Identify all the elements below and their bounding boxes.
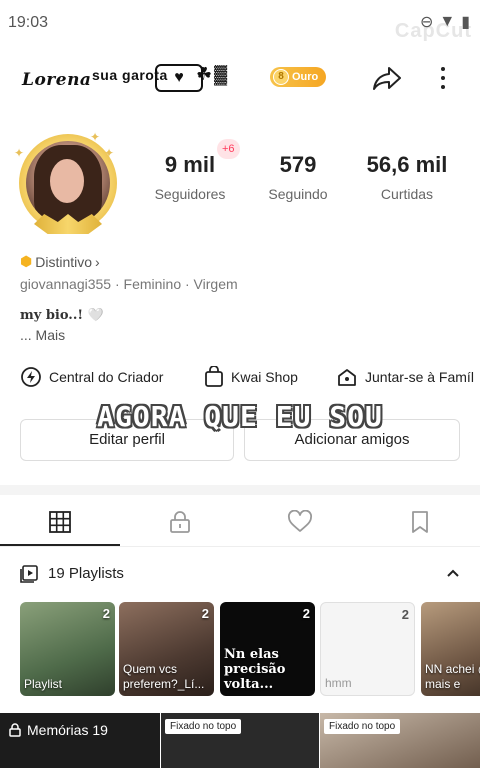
decor-glyphs: ☘▓ [196, 64, 230, 84]
memories-text: Memórias 19 [27, 722, 108, 738]
section-divider [0, 485, 480, 495]
following-count: 579 [279, 152, 317, 177]
playlist-card[interactable]: 2 hmm [320, 602, 415, 696]
wifi-icon: ▼ [439, 13, 456, 30]
lock-icon [170, 510, 190, 533]
edit-profile-button[interactable]: Editar perfil [20, 419, 234, 461]
kwai-shop-link[interactable]: Kwai Shop [204, 366, 298, 388]
playlist-card[interactable]: NN achei @ mais e [421, 602, 480, 696]
creator-center-label: Central do Criador [49, 369, 164, 385]
status-icons: ⊖ ▼ ▮ [420, 12, 470, 32]
join-family-label: Juntar-se à Famíl [365, 369, 474, 385]
level-badge[interactable]: 8 Ouro [270, 67, 327, 87]
video-grid: Memórias 19 Fixado no topo Fixado no top… [0, 713, 480, 768]
avatar-photo [26, 141, 110, 225]
active-tab-indicator [0, 544, 120, 546]
playlist-card[interactable]: 2 Nn elas precisão volta... [220, 602, 315, 696]
memories-label: Memórias 19 [8, 722, 108, 738]
lock-icon [9, 723, 21, 737]
pinned-video-tile[interactable]: Fixado no topo [161, 713, 319, 768]
bookmark-icon [412, 510, 428, 533]
chevron-up-icon[interactable] [446, 568, 460, 578]
lightning-icon [21, 367, 41, 387]
kwai-shop-label: Kwai Shop [231, 369, 298, 385]
playlist-carousel: 2 Playlist 2 Quem vcs preferem?_Lí... 2 … [0, 602, 480, 698]
playlist-title: NN achei @ mais e [425, 662, 480, 691]
tab-grid[interactable] [0, 497, 120, 546]
profile-meta: giovannagi355 · Feminino · Virgem [20, 276, 238, 292]
coin-icon: 8 [273, 69, 289, 85]
share-icon [373, 67, 401, 90]
playlist-title: Nn elas precisão volta... [224, 647, 286, 692]
tab-saved[interactable] [360, 497, 480, 546]
profile-stats: 9 mil Seguidores 579 Seguindo 56,6 mil C… [130, 152, 480, 212]
status-time: 19:03 [8, 14, 49, 31]
playlist-count: 2 [102, 606, 110, 621]
playlist-card[interactable]: 2 Playlist [20, 602, 115, 696]
creator-center-link[interactable]: Central do Criador [20, 366, 163, 388]
playlist-count: 2 [302, 606, 310, 621]
followers-count: 9 mil [164, 152, 216, 177]
star-icon: ✦ [14, 146, 25, 160]
pinned-label: Fixado no topo [165, 719, 242, 734]
playlist-title: hmm [325, 676, 352, 690]
share-button[interactable] [370, 62, 404, 94]
pinned-label: Fixado no topo [324, 719, 401, 734]
likes-label: Curtidas [380, 186, 434, 202]
playlist-count: 2 [401, 607, 409, 622]
playlist-icon [20, 565, 38, 583]
profile-header: Lorena sua garota ♥ ☘▓ 8 Ouro [0, 58, 480, 98]
star-icon: ✦ [90, 130, 101, 144]
tab-private[interactable] [120, 497, 240, 546]
likes-count: 56,6 mil [366, 152, 448, 177]
playlists-header[interactable]: 19 Playlists [0, 556, 480, 590]
following-stat[interactable]: 579 Seguindo [243, 152, 353, 202]
followers-stat[interactable]: 9 mil Seguidores [135, 152, 245, 202]
heart-outline-icon [288, 509, 312, 532]
grid-icon [49, 510, 71, 533]
add-friends-button[interactable]: Adicionar amigos [244, 419, 460, 461]
chevron-right-icon: › [95, 253, 100, 270]
tab-liked[interactable] [240, 497, 360, 546]
avatar-wings [34, 214, 102, 234]
shopping-bag-icon [205, 366, 223, 387]
likes-stat[interactable]: 56,6 mil Curtidas [352, 152, 462, 202]
bio-more-link[interactable]: ... Mais [20, 327, 65, 343]
family-house-icon [338, 369, 356, 386]
playlist-title: Quem vcs preferem?_Lí... [123, 662, 205, 691]
battery-icon: ▮ [461, 14, 470, 31]
more-button[interactable] [432, 62, 454, 94]
more-vertical-icon [441, 67, 445, 71]
content-tabs [0, 497, 480, 547]
name-logo: Lorena [22, 70, 92, 90]
pinned-video-tile[interactable]: Fixado no topo [320, 713, 480, 768]
distinctive-link[interactable]: ⬢ Distintivo › [20, 253, 100, 270]
playlist-count: 2 [201, 606, 209, 621]
following-label: Seguindo [268, 186, 328, 202]
profile-bio: my bio..! 🤍 [20, 308, 104, 323]
playlist-card[interactable]: 2 Quem vcs preferem?_Lí... [119, 602, 214, 696]
playlists-label: 19 Playlists [48, 565, 124, 582]
hexagon-badge-icon: ⬢ [20, 253, 33, 269]
playlist-title: Playlist [24, 677, 63, 691]
memories-tile[interactable]: Memórias 19 [0, 713, 160, 768]
avatar[interactable]: ✦ ✦ ✦ [14, 128, 122, 238]
dnd-icon: ⊖ [419, 14, 434, 31]
level-badge-label: Ouro [292, 71, 319, 83]
star-icon: ✦ [104, 146, 115, 160]
join-family-link[interactable]: Juntar-se à Famíl [336, 366, 474, 388]
status-bar: 19:03 CapCut ⊖ ▼ ▮ [0, 0, 480, 46]
followers-label: Seguidores [154, 186, 226, 202]
distinctive-label: Distintivo [35, 253, 93, 270]
